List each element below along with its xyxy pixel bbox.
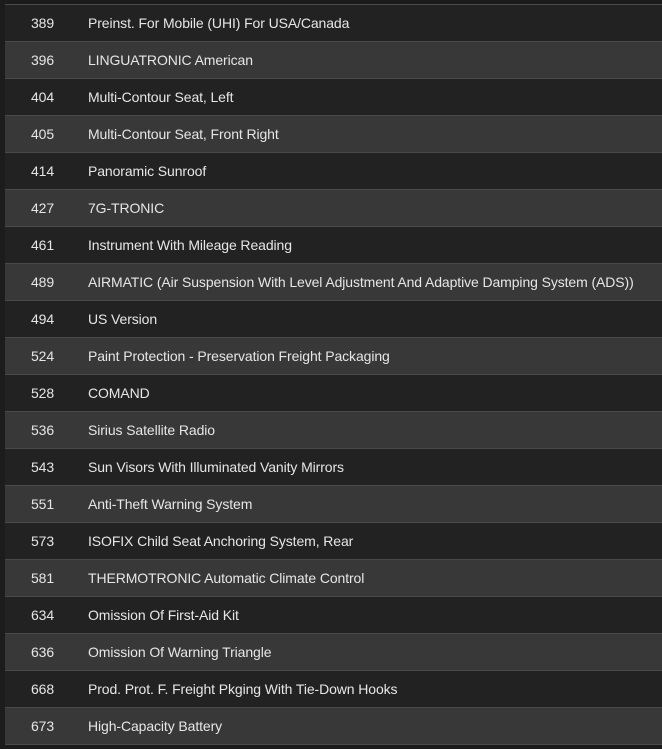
- table-row: 404 Multi-Contour Seat, Left: [5, 79, 662, 116]
- option-code: 396: [31, 52, 55, 68]
- option-description: Multi-Contour Seat, Front Right: [88, 126, 279, 142]
- table-row: 573 ISOFIX Child Seat Anchoring System, …: [5, 523, 662, 560]
- option-description: Panoramic Sunroof: [88, 163, 207, 179]
- option-description: Omission Of Warning Triangle: [88, 644, 272, 660]
- option-code: 405: [31, 126, 55, 142]
- table-row: 543 Sun Visors With Illuminated Vanity M…: [5, 449, 662, 486]
- table-row: 634 Omission Of First-Aid Kit: [5, 597, 662, 634]
- option-description: Instrument With Mileage Reading: [88, 237, 292, 253]
- option-code: 543: [31, 459, 55, 475]
- table-row: 581 THERMOTRONIC Automatic Climate Contr…: [5, 560, 662, 597]
- option-description: 7G-TRONIC: [88, 200, 165, 216]
- option-description: Prod. Prot. F. Freight Pkging With Tie-D…: [88, 681, 398, 697]
- option-code: 524: [31, 348, 55, 364]
- option-description: COMAND: [88, 385, 150, 401]
- option-code: 551: [31, 496, 55, 512]
- table-row: 489 AIRMATIC (Air Suspension With Level …: [5, 264, 662, 301]
- option-description: Sun Visors With Illuminated Vanity Mirro…: [88, 459, 344, 475]
- table-row: 461 Instrument With Mileage Reading: [5, 227, 662, 264]
- option-code: 581: [31, 570, 55, 586]
- option-description: Omission Of First-Aid Kit: [88, 607, 239, 623]
- option-description: AIRMATIC (Air Suspension With Level Adju…: [88, 274, 634, 290]
- option-description: ISOFIX Child Seat Anchoring System, Rear: [88, 533, 354, 549]
- option-description: Sirius Satellite Radio: [88, 422, 215, 438]
- option-code: 489: [31, 274, 55, 290]
- table-row: 636 Omission Of Warning Triangle: [5, 634, 662, 671]
- option-code: 636: [31, 644, 55, 660]
- table-row: 524 Paint Protection - Preservation Frei…: [5, 338, 662, 375]
- option-code: 536: [31, 422, 55, 438]
- option-code: 427: [31, 200, 55, 216]
- option-description: Anti-Theft Warning System: [88, 496, 253, 512]
- option-code: 461: [31, 237, 55, 253]
- option-codes-table: 389 Preinst. For Mobile (UHI) For USA/Ca…: [5, 4, 662, 745]
- option-code: 634: [31, 607, 55, 623]
- table-row: 536 Sirius Satellite Radio: [5, 412, 662, 449]
- table-row: 494 US Version: [5, 301, 662, 338]
- option-description: Multi-Contour Seat, Left: [88, 89, 234, 105]
- table-row: 668 Prod. Prot. F. Freight Pkging With T…: [5, 671, 662, 708]
- option-code: 414: [31, 163, 55, 179]
- table-row: 396 LINGUATRONIC American: [5, 42, 662, 79]
- option-description: High-Capacity Battery: [88, 718, 223, 734]
- table-row: 427 7G-TRONIC: [5, 190, 662, 227]
- table-row: 673 High-Capacity Battery: [5, 708, 662, 745]
- table-row: 551 Anti-Theft Warning System: [5, 486, 662, 523]
- option-code: 673: [31, 718, 55, 734]
- option-description: Preinst. For Mobile (UHI) For USA/Canada: [88, 15, 350, 31]
- option-code: 389: [31, 15, 55, 31]
- table-row: 389 Preinst. For Mobile (UHI) For USA/Ca…: [5, 5, 662, 42]
- option-description: US Version: [88, 311, 158, 327]
- option-code: 494: [31, 311, 55, 327]
- table-row: 414 Panoramic Sunroof: [5, 153, 662, 190]
- option-code: 668: [31, 681, 55, 697]
- option-code: 573: [31, 533, 55, 549]
- option-description: LINGUATRONIC American: [88, 52, 253, 68]
- option-description: Paint Protection - Preservation Freight …: [88, 348, 390, 364]
- table-row: 528 COMAND: [5, 375, 662, 412]
- option-description: THERMOTRONIC Automatic Climate Control: [88, 570, 365, 586]
- table-row: 405 Multi-Contour Seat, Front Right: [5, 116, 662, 153]
- option-code: 528: [31, 385, 55, 401]
- option-code: 404: [31, 89, 55, 105]
